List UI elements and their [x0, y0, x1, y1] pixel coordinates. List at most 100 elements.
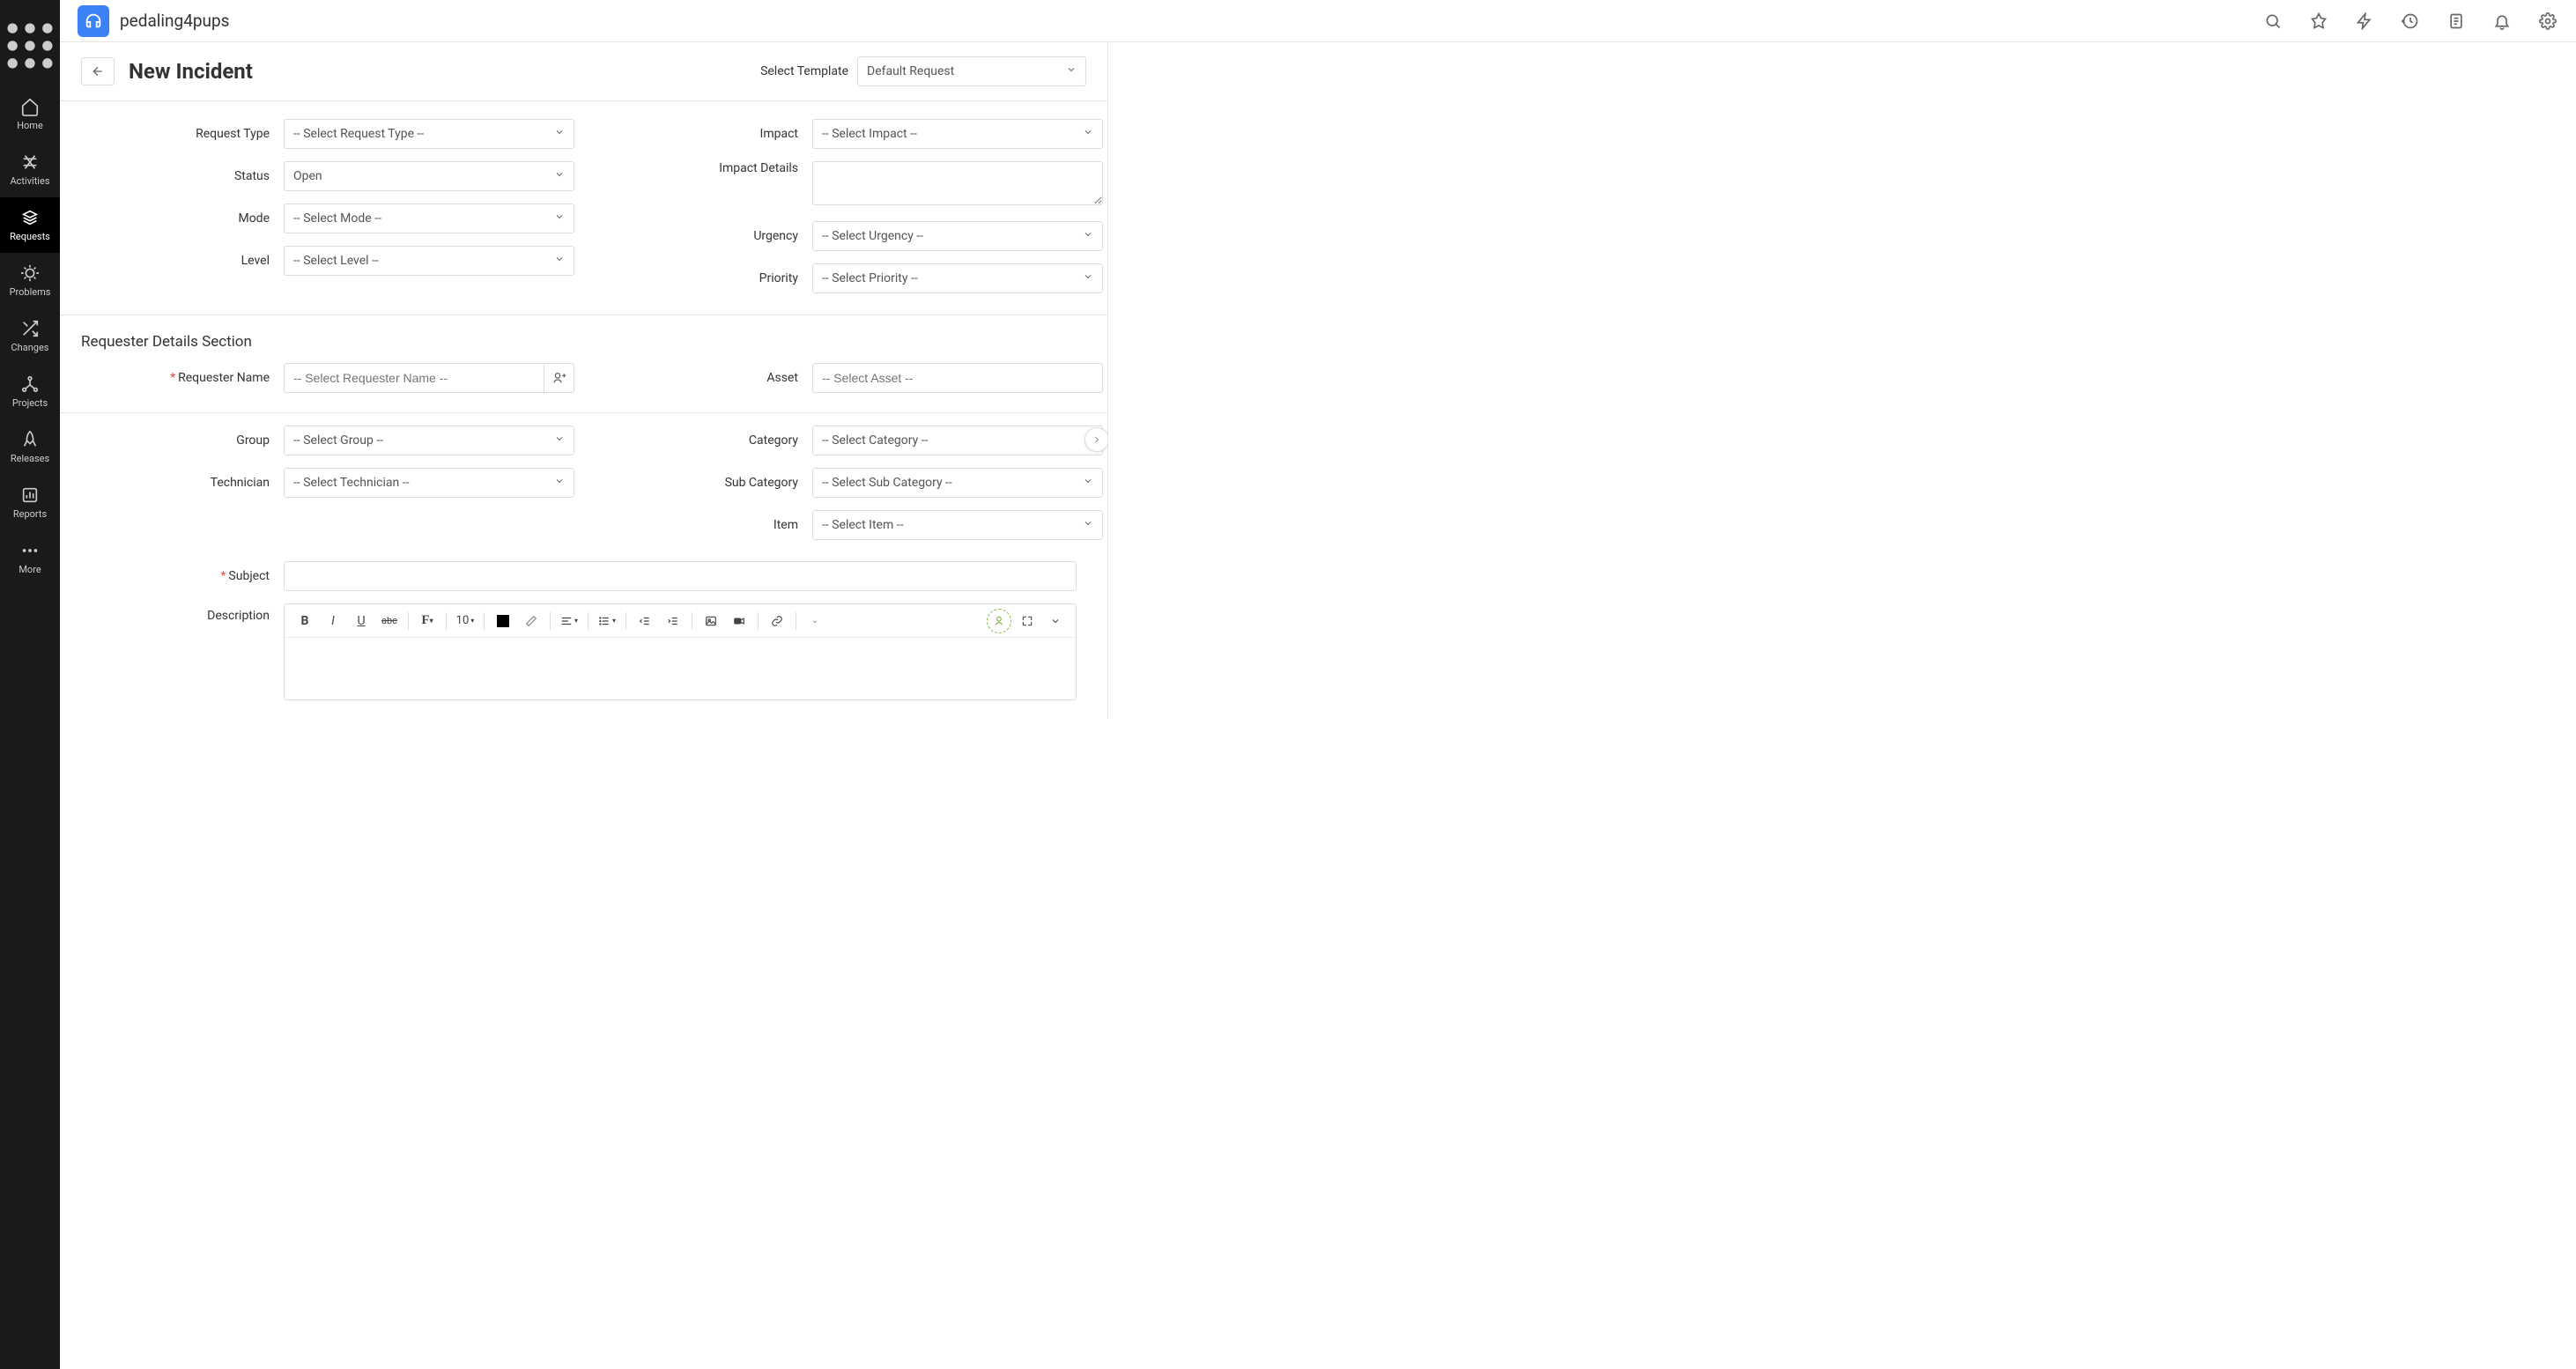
video-icon: [733, 615, 745, 627]
network-icon: [20, 374, 40, 394]
search-button[interactable]: [2262, 11, 2284, 32]
sidebar-item-label: Changes: [11, 342, 49, 353]
chevron-down-icon: [1066, 64, 1077, 78]
subject-input[interactable]: [284, 561, 1077, 591]
sidebar-item-label: Activities: [11, 175, 50, 187]
sidebar-item-problems[interactable]: Problems: [0, 253, 60, 308]
template-label: Select Template: [760, 64, 848, 78]
sidebar-item-label: Projects: [12, 397, 48, 409]
sidebar-item-home[interactable]: Home: [0, 86, 60, 142]
group-select[interactable]: -- Select Group --: [284, 426, 574, 455]
quick-action-button[interactable]: [2354, 11, 2375, 32]
status-select[interactable]: Open: [284, 161, 574, 191]
notes-icon: [2447, 12, 2465, 30]
requester-name-input[interactable]: [284, 363, 544, 393]
bold-button[interactable]: B: [292, 608, 318, 634]
indent-button[interactable]: [660, 608, 686, 634]
align-icon: [560, 615, 573, 627]
gear-icon: [2539, 12, 2557, 30]
text-color-button[interactable]: [490, 608, 516, 634]
notes-button[interactable]: [2446, 11, 2467, 32]
activities-icon: [20, 152, 40, 172]
sidebar-item-activities[interactable]: Activities: [0, 142, 60, 197]
item-label: Item: [610, 518, 812, 532]
toolbar-dropdown-button[interactable]: [1042, 608, 1069, 634]
chevron-down-icon: [1083, 229, 1093, 243]
sidebar-item-projects[interactable]: Projects: [0, 364, 60, 419]
history-button[interactable]: [2400, 11, 2421, 32]
mode-select[interactable]: -- Select Mode --: [284, 204, 574, 233]
chevron-down-icon: [554, 127, 565, 141]
align-button[interactable]: ▾: [556, 608, 582, 634]
editor-content[interactable]: [285, 638, 1076, 699]
chevron-down-icon: [554, 476, 565, 490]
apps-menu-button[interactable]: [0, 9, 60, 86]
outdent-icon: [639, 615, 651, 627]
sidebar-item-changes[interactable]: Changes: [0, 308, 60, 364]
category-select[interactable]: -- Select Category --: [812, 426, 1103, 455]
home-icon: [20, 97, 40, 116]
italic-button[interactable]: I: [320, 608, 346, 634]
indent-icon: [667, 615, 679, 627]
chevron-down-icon: [554, 169, 565, 183]
template-select[interactable]: Default Request: [857, 56, 1086, 86]
page-header: New Incident Select Template Default Req…: [60, 42, 1107, 101]
expand-panel-button[interactable]: [1084, 427, 1107, 452]
group-label: Group: [81, 433, 284, 448]
sub-category-label: Sub Category: [610, 476, 812, 490]
description-editor: B I U abc F▾ 10▾ ▾ ▾: [284, 603, 1077, 700]
sidebar-item-reports[interactable]: Reports: [0, 475, 60, 530]
font-size-button[interactable]: 10▾: [452, 608, 478, 634]
asset-input[interactable]: [812, 363, 1103, 393]
request-type-label: Request Type: [81, 127, 284, 141]
back-button[interactable]: [81, 57, 115, 85]
font-family-button[interactable]: F▾: [414, 608, 440, 634]
request-type-select[interactable]: -- Select Request Type --: [284, 119, 574, 149]
settings-button[interactable]: [2537, 11, 2558, 32]
strike-button[interactable]: abc: [376, 608, 403, 634]
impact-details-textarea[interactable]: [812, 161, 1103, 205]
notifications-button[interactable]: [2491, 11, 2513, 32]
app-logo: [78, 5, 109, 37]
level-select[interactable]: -- Select Level --: [284, 246, 574, 276]
chevron-down-icon: [1083, 476, 1093, 490]
more-tools-button[interactable]: ⌄: [802, 608, 828, 634]
sidebar-item-more[interactable]: More: [0, 530, 60, 586]
video-button[interactable]: [726, 608, 752, 634]
asset-label: Asset: [610, 371, 812, 385]
pin-icon: [2310, 12, 2328, 30]
item-select[interactable]: -- Select Item --: [812, 510, 1103, 540]
search-icon: [2264, 12, 2282, 30]
sidebar-item-label: Requests: [10, 231, 50, 242]
chevron-down-icon: [1083, 127, 1093, 141]
list-button[interactable]: ▾: [594, 608, 620, 634]
urgency-select[interactable]: -- Select Urgency --: [812, 221, 1103, 251]
history-icon: [2402, 12, 2419, 30]
impact-select[interactable]: -- Select Impact --: [812, 119, 1103, 149]
link-button[interactable]: [764, 608, 790, 634]
sub-category-select[interactable]: -- Select Sub Category --: [812, 468, 1103, 498]
priority-label: Priority: [610, 271, 812, 285]
chevron-down-icon: [1050, 616, 1061, 626]
ai-assist-button[interactable]: [986, 608, 1012, 634]
add-requester-button[interactable]: [544, 363, 574, 393]
outdent-button[interactable]: [632, 608, 658, 634]
priority-select[interactable]: -- Select Priority --: [812, 263, 1103, 293]
bolt-icon: [2356, 12, 2373, 30]
technician-select[interactable]: -- Select Technician --: [284, 468, 574, 498]
ai-icon: [993, 615, 1005, 627]
highlight-button[interactable]: [518, 608, 544, 634]
mode-label: Mode: [81, 211, 284, 226]
rocket-icon: [20, 430, 40, 449]
underline-button[interactable]: U: [348, 608, 374, 634]
pin-button[interactable]: [2308, 11, 2329, 32]
impact-label: Impact: [610, 127, 812, 141]
status-label: Status: [81, 169, 284, 183]
sidebar-item-releases[interactable]: Releases: [0, 419, 60, 475]
sidebar-item-requests[interactable]: Requests: [0, 197, 60, 253]
category-label: Category: [610, 433, 812, 448]
image-button[interactable]: [698, 608, 724, 634]
app-name: pedaling4pups: [120, 11, 230, 31]
fullscreen-button[interactable]: [1014, 608, 1040, 634]
description-label: Description: [81, 603, 284, 623]
